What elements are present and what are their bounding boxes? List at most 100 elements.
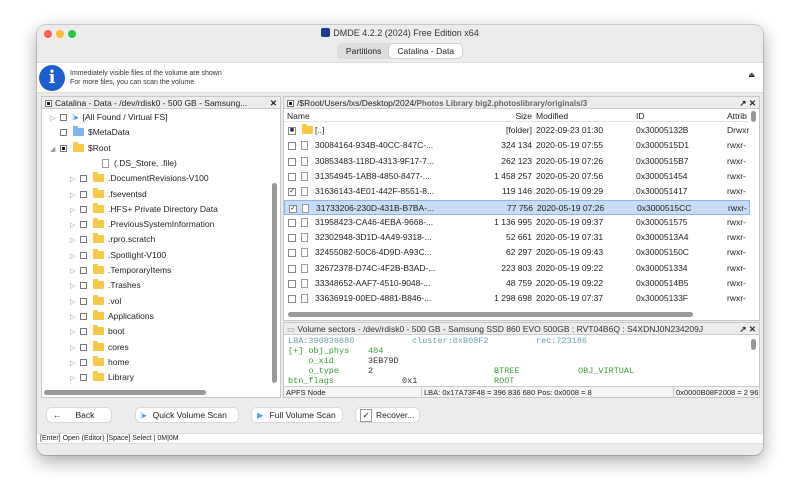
file-checkbox[interactable] xyxy=(288,172,296,181)
file-row[interactable]: 31958423-CA46-4EBA-9668-... 1 136 995 2020… xyxy=(284,215,750,230)
list-horizontal-scrollbar[interactable] xyxy=(288,312,693,317)
file-checkbox[interactable]: ✓ xyxy=(289,204,297,213)
tree-checkbox[interactable] xyxy=(80,190,87,198)
sector-view[interactable]: LBA:396836680 cluster:0xB08F2 rec:723186… xyxy=(284,336,750,387)
list-vertical-scrollbar[interactable] xyxy=(751,111,756,122)
tree-checkbox[interactable] xyxy=(80,251,87,259)
col-attrib[interactable]: Attrib xyxy=(727,110,747,122)
expand-arrow-icon[interactable]: ▷ xyxy=(70,249,80,264)
tree-checkbox[interactable] xyxy=(80,267,87,274)
expand-arrow-icon[interactable]: ▷ xyxy=(70,203,80,218)
file-row[interactable]: 31354945-1AB8-4850-8477-... 1 458 257 2020… xyxy=(284,169,750,184)
tree-vertical-scrollbar[interactable] xyxy=(272,183,277,383)
file-checkbox[interactable] xyxy=(288,234,296,243)
collapse-arrow-icon[interactable]: ◢ xyxy=(50,142,60,157)
file-checkbox[interactable] xyxy=(288,264,296,273)
tree-checkbox[interactable] xyxy=(80,312,87,320)
collapse-info-icon[interactable]: ⏏ xyxy=(748,71,755,79)
file-row[interactable]: 32672378-D74C-4F2B-B3AD-... 223 803 2020-0… xyxy=(284,261,750,276)
col-name[interactable]: Name xyxy=(287,110,310,122)
tree-item[interactable]: ▷ .Trashes xyxy=(70,278,141,293)
file-row[interactable]: 30853483-118D-4313-9F17-7... 262 123 2020-… xyxy=(284,154,750,169)
expand-arrow-icon[interactable]: ▷ xyxy=(70,279,80,294)
file-checkbox[interactable] xyxy=(288,249,296,258)
tree-checkbox[interactable] xyxy=(80,343,87,351)
expand-arrow-icon[interactable]: ▷ xyxy=(70,264,80,279)
tree-item[interactable]: ▷ boot xyxy=(70,324,125,339)
back-button[interactable]: ← Back xyxy=(47,408,111,422)
expand-arrow-icon[interactable]: ▷ xyxy=(70,295,80,310)
col-id[interactable]: ID xyxy=(636,110,645,122)
quick-volume-scan-button[interactable]: ⁞▸ Quick Volume Scan xyxy=(136,408,238,422)
minimize-window-button[interactable] xyxy=(56,30,64,38)
tree-item[interactable]: ▷mnt xyxy=(70,385,122,386)
expand-arrow-icon[interactable]: ▷ xyxy=(70,356,80,371)
tree-checkbox[interactable] xyxy=(80,175,87,183)
file-checkbox[interactable] xyxy=(288,157,296,166)
expand-arrow-icon[interactable]: ▷ xyxy=(70,325,80,340)
expand-arrow-icon[interactable]: ▷ xyxy=(70,371,80,386)
tree-item[interactable]: $MetaData xyxy=(50,125,130,140)
file-row[interactable]: 33348652-AAF7-4510-9048-... 48 759 2020-05… xyxy=(284,276,750,291)
tree-checkbox[interactable] xyxy=(80,374,87,382)
tree-checkbox[interactable] xyxy=(80,328,87,336)
tree-checkbox[interactable] xyxy=(80,236,87,244)
expand-arrow-icon[interactable]: ▷ xyxy=(70,341,80,356)
panel-menu-icon[interactable] xyxy=(287,100,294,107)
tree-checkbox[interactable] xyxy=(80,282,87,290)
file-row[interactable]: 33636919-00ED-4881-B846-... 1 298 698 2020… xyxy=(284,291,750,306)
file-checkbox[interactable] xyxy=(288,295,296,304)
tree-item[interactable]: ▷ Applications xyxy=(70,309,154,324)
tree-checkbox[interactable] xyxy=(80,358,87,366)
full-volume-scan-button[interactable]: ▶ Full Volume Scan xyxy=(252,408,342,422)
expand-arrow-icon[interactable]: ▷ xyxy=(70,310,80,325)
expand-arrow-icon[interactable]: ▷ xyxy=(70,172,80,187)
tree-checkbox[interactable] xyxy=(80,221,87,229)
expand-arrow-icon[interactable]: ▷ xyxy=(70,233,80,248)
tab-partitions[interactable]: Partitions xyxy=(338,44,389,58)
file-checkbox[interactable] xyxy=(288,142,296,151)
maximize-close-icons[interactable]: ↗ ✕ xyxy=(739,323,756,335)
tree-item[interactable]: ▷ cores xyxy=(70,340,129,355)
tree-checkbox[interactable] xyxy=(80,297,87,305)
tree-item[interactable]: ▷ .rpro.scratch xyxy=(70,232,155,247)
tree-item[interactable]: ▷ Library xyxy=(70,370,134,385)
maximize-close-icons[interactable]: ↗ ✕ xyxy=(739,97,756,109)
file-row[interactable]: 32302948-3D1D-4A49-9318-... 52 661 2020-05… xyxy=(284,230,750,245)
close-window-button[interactable] xyxy=(44,30,52,38)
panel-menu-icon[interactable] xyxy=(45,100,52,107)
tree-item[interactable]: ▷ ⁞▸ [All Found / Virtual FS] xyxy=(50,110,168,125)
tree-item[interactable]: ▷ .Spotlight-V100 xyxy=(70,248,166,263)
col-size[interactable]: Size xyxy=(494,110,532,122)
file-checkbox[interactable]: ■ xyxy=(288,127,296,135)
expand-arrow-icon[interactable]: ▷ xyxy=(70,188,80,203)
tree-item[interactable]: ▷ .TemporaryItems xyxy=(70,263,171,278)
tree-item[interactable]: ▷ .PreviousSystemInformation xyxy=(70,217,214,232)
file-row[interactable]: ✓ 31733206-230D-431B-B7BA-... 77 756 2020-0… xyxy=(284,199,750,215)
tree-item[interactable]: ▷ home xyxy=(70,355,129,370)
file-row[interactable]: ✓ 31636143-4E01-442F-8551-8... 119 146 2020… xyxy=(284,184,750,199)
tree-item[interactable]: ▷ .fseventsd xyxy=(70,187,147,202)
zoom-window-button[interactable] xyxy=(68,30,76,38)
tree-item[interactable]: ◢ $Root xyxy=(50,141,111,156)
col-modified[interactable]: Modified xyxy=(536,110,568,122)
tree-checkbox[interactable] xyxy=(60,114,67,121)
tree-checkbox[interactable] xyxy=(80,205,87,213)
tree-checkbox[interactable] xyxy=(60,144,67,152)
tab-catalina-data[interactable]: Catalina - Data xyxy=(389,44,463,58)
tree-item[interactable]: ▷ .DocumentRevisions-V100 xyxy=(70,171,209,186)
file-row[interactable]: ■ [..] [folder] 2022-09-23 01:30 0x30005132B… xyxy=(284,123,750,138)
file-row[interactable]: 32455082-50C6-4D9D-A93C... 62 297 2020-05-… xyxy=(284,245,750,260)
expand-arrow-icon[interactable]: ▷ xyxy=(50,111,60,126)
tree-item[interactable]: ▷ .HFS+ Private Directory Data xyxy=(70,202,218,217)
close-panel-icon[interactable]: ✕ xyxy=(270,97,277,109)
file-row[interactable]: 30084164-934B-40CC-847C-... 324 134 2020-0… xyxy=(284,138,750,153)
recover-button[interactable]: ✓ Recover... xyxy=(356,408,419,422)
tree-item[interactable]: ▷ .vol xyxy=(70,294,121,309)
tree-item[interactable]: (.DS_Store, .file) xyxy=(70,156,177,171)
file-checkbox[interactable] xyxy=(288,280,296,288)
file-checkbox[interactable]: ✓ xyxy=(288,188,296,197)
tree-horizontal-scrollbar[interactable] xyxy=(44,390,206,395)
expand-arrow-icon[interactable]: ▷ xyxy=(70,218,80,233)
tree-checkbox[interactable] xyxy=(60,129,67,137)
